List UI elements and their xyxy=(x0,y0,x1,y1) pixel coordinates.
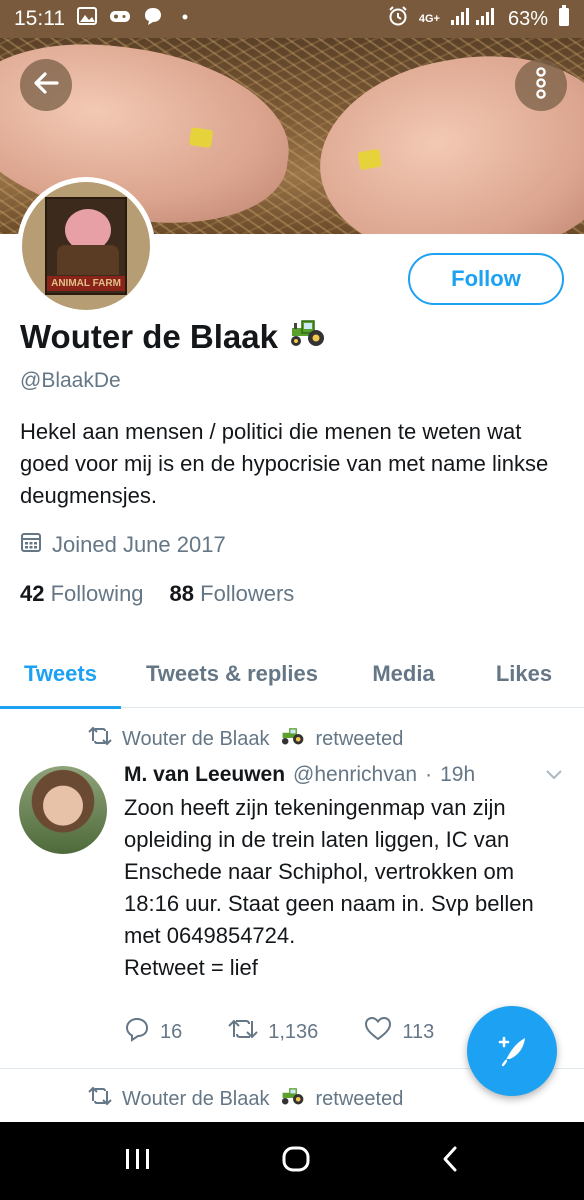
followers-label: Followers xyxy=(200,581,295,606)
followers-link[interactable]: 88 Followers xyxy=(170,581,295,607)
tab-likes[interactable]: Likes xyxy=(464,640,584,708)
joined-text: Joined June 2017 xyxy=(52,532,226,557)
tab-tweets-replies[interactable]: Tweets & replies xyxy=(121,640,343,708)
like-button[interactable]: 113 xyxy=(364,1016,434,1048)
following-count: 42 xyxy=(20,581,45,606)
display-name-text: Wouter de Blaak xyxy=(20,318,278,355)
back-nav-icon[interactable] xyxy=(439,1144,461,1179)
tweet-author-name[interactable]: M. van Leeuwen xyxy=(124,763,285,787)
tweet-author-handle: @henrichvan xyxy=(293,763,418,786)
follow-counts: 42 Following 88 Followers xyxy=(20,581,294,607)
chevron-down-icon[interactable] xyxy=(544,763,564,787)
more-vertical-icon xyxy=(534,66,548,105)
compose-feather-icon xyxy=(492,1029,532,1074)
tractor-icon xyxy=(280,726,306,752)
calendar-icon xyxy=(20,531,42,559)
retweet-context[interactable]: Wouter de Blaak retweeted xyxy=(88,726,403,752)
poster-label: ANIMAL FARM xyxy=(47,276,125,291)
follow-button[interactable]: Follow xyxy=(408,253,564,305)
retweeted-suffix: retweeted xyxy=(315,727,404,750)
joined-date: Joined June 2017 xyxy=(20,531,226,559)
tweet-separator: · xyxy=(425,763,433,786)
tweet-time: 19h xyxy=(440,763,476,786)
dot-icon xyxy=(175,6,195,32)
profile-display-name: Wouter de Blaak xyxy=(20,318,328,356)
status-time: 15:11 xyxy=(14,7,65,30)
retweet-icon xyxy=(88,726,112,752)
chat-icon xyxy=(143,6,163,32)
image-icon xyxy=(77,7,97,31)
status-bar: 15:11 4G+ 63% xyxy=(0,0,584,38)
tractor-icon xyxy=(288,318,328,356)
animal-farm-poster-image: ANIMAL FARM xyxy=(45,197,127,295)
retweet-context[interactable]: Wouter de Blaak retweeted xyxy=(88,1086,403,1112)
following-label: Following xyxy=(50,581,144,606)
reply-button[interactable]: 16 xyxy=(124,1016,182,1048)
tractor-icon xyxy=(280,1086,306,1112)
profile-bio: Hekel aan mensen / politici die menen te… xyxy=(20,419,549,508)
profile-avatar[interactable]: ANIMAL FARM xyxy=(17,177,155,315)
signal-icon xyxy=(450,6,498,32)
retweet-button[interactable]: 1,136 xyxy=(228,1017,318,1047)
reply-icon xyxy=(124,1016,150,1048)
reply-count: 16 xyxy=(160,1020,183,1043)
arrow-left-icon xyxy=(32,69,60,102)
home-icon[interactable] xyxy=(280,1143,312,1180)
network-type: 4G+ xyxy=(418,13,440,25)
tweet-text: Zoon heeft zijn tekeningenmap van zijn o… xyxy=(124,795,534,980)
retweeter-name: Wouter de Blaak xyxy=(122,1087,270,1110)
retweeted-suffix: retweeted xyxy=(315,1087,404,1110)
following-link[interactable]: 42 Following xyxy=(20,581,144,607)
battery-percent: 63% xyxy=(507,7,548,30)
game-icon xyxy=(109,7,131,31)
retweet-icon xyxy=(88,1086,112,1112)
battery-icon xyxy=(558,5,570,33)
heart-icon xyxy=(364,1016,392,1048)
retweeter-name: Wouter de Blaak xyxy=(122,727,270,750)
tweet-author-avatar[interactable] xyxy=(19,766,107,854)
retweet-count: 1,136 xyxy=(268,1020,319,1043)
like-count: 113 xyxy=(402,1020,435,1043)
back-button[interactable] xyxy=(20,59,72,111)
retweet-icon xyxy=(228,1017,258,1047)
alarm-icon xyxy=(387,5,409,33)
compose-tweet-button[interactable] xyxy=(467,1006,557,1096)
tweet-header: M. van Leeuwen @henrichvan · 19h xyxy=(124,763,564,787)
more-options-button[interactable] xyxy=(515,59,567,111)
android-navigation-bar xyxy=(0,1122,584,1200)
recent-apps-icon[interactable] xyxy=(123,1146,153,1177)
profile-tabs: Tweets Tweets & replies Media Likes xyxy=(0,640,584,709)
followers-count: 88 xyxy=(169,581,195,606)
tweet-actions: 16 1,136 113 xyxy=(124,1016,480,1048)
tab-media[interactable]: Media xyxy=(343,640,464,708)
profile-handle: @BlaakDe xyxy=(20,369,121,392)
tab-tweets[interactable]: Tweets xyxy=(0,640,121,709)
